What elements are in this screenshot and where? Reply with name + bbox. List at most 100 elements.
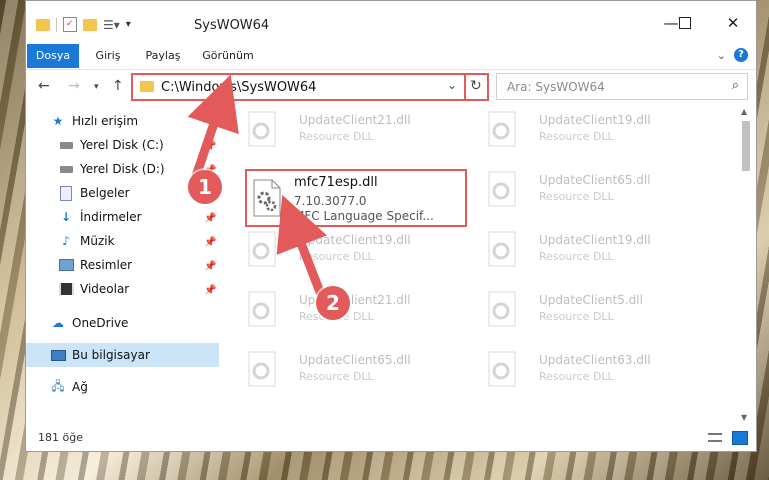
file-description: Resource DLL xyxy=(299,130,374,143)
large-icons-view-icon[interactable] xyxy=(732,431,748,445)
callout-badge-1: 1 xyxy=(188,170,222,204)
view-menu-icon[interactable]: ☰▾ xyxy=(103,18,120,32)
up-button[interactable]: ↑ xyxy=(112,78,124,94)
list-item[interactable]: UpdateClient63.dll Resource DLL xyxy=(487,349,717,393)
file-version: 7.10.3077.0 xyxy=(294,194,367,208)
status-bar: 181 öğe xyxy=(26,425,756,451)
file-description: Resource DLL xyxy=(299,370,374,383)
list-item[interactable]: UpdateClient19.dll Resource DLL xyxy=(247,229,477,273)
pictures-icon xyxy=(58,258,74,272)
sidebar-item-this-pc[interactable]: Bu bilgisayar xyxy=(50,345,150,365)
sidebar-item-music[interactable]: ♪ Müzik xyxy=(58,231,114,251)
folder-icon xyxy=(140,81,154,92)
details-view-icon[interactable] xyxy=(708,433,722,442)
file-description: Resource DLL xyxy=(539,310,614,323)
callout-badge-2: 2 xyxy=(316,286,350,320)
customize-toolbar-icon[interactable]: ▾ xyxy=(126,19,131,30)
file-name: UpdateClient21.dll xyxy=(299,113,411,127)
sidebar-item-local-disk-d[interactable]: Yerel Disk (D:) xyxy=(58,159,165,179)
scrollbar-thumb[interactable] xyxy=(742,121,750,171)
star-icon: ★ xyxy=(52,114,64,128)
list-item[interactable]: UpdateClient19.dll Resource DLL xyxy=(487,109,717,153)
download-icon: ↓ xyxy=(60,210,72,224)
pin-icon[interactable]: 📌 xyxy=(204,261,216,272)
folder-icon[interactable] xyxy=(36,18,50,31)
file-name: mfc71esp.dll xyxy=(294,175,378,190)
list-item[interactable]: UpdateClient65.dll Resource DLL xyxy=(487,169,717,213)
pin-icon[interactable]: 📌 xyxy=(204,213,216,224)
search-box[interactable]: Ara: SysWOW64 ⌕ xyxy=(496,73,748,100)
computer-icon xyxy=(50,348,66,362)
maximize-button[interactable] xyxy=(670,11,700,35)
dll-file-icon xyxy=(247,231,279,269)
vertical-scrollbar[interactable]: ▲ ▼ xyxy=(740,105,752,425)
toolbar-separator xyxy=(56,17,57,32)
quick-access-toolbar: ✓ ☰▾ ▾ xyxy=(36,17,131,32)
sidebar-item-downloads[interactable]: ↓ İndirmeler xyxy=(58,207,142,227)
sidebar-item-network[interactable]: 🖧 Ağ xyxy=(50,377,88,397)
help-icon[interactable]: ? xyxy=(734,48,748,62)
file-name: UpdateClient5.dll xyxy=(539,293,643,307)
explorer-window: ✓ ☰▾ ▾ SysWOW64 — ✕ Dosya Giriş Paylaş G… xyxy=(25,0,757,452)
videos-icon xyxy=(58,282,74,296)
sidebar-item-pictures[interactable]: Resimler xyxy=(58,255,132,275)
file-name: UpdateClient63.dll xyxy=(539,353,651,367)
tab-file[interactable]: Dosya xyxy=(27,44,79,68)
ribbon-tabs: Dosya Giriş Paylaş Görünüm ⌄ ? xyxy=(26,44,756,68)
file-description: Resource DLL xyxy=(539,250,614,263)
dll-file-icon xyxy=(247,351,279,389)
pin-icon[interactable]: 📌 xyxy=(204,237,216,248)
search-icon: ⌕ xyxy=(731,78,739,93)
cloud-icon: ☁ xyxy=(52,316,64,330)
dll-file-icon xyxy=(487,231,519,269)
tab-home[interactable]: Giriş xyxy=(87,44,129,68)
sidebar-item-onedrive[interactable]: ☁ OneDrive xyxy=(50,313,128,333)
list-item[interactable]: UpdateClient21.dll Resource DLL xyxy=(247,289,477,333)
dll-file-icon xyxy=(487,171,519,209)
search-placeholder: Ara: SysWOW64 xyxy=(507,80,605,94)
list-item[interactable]: UpdateClient5.dll Resource DLL xyxy=(487,289,717,333)
forward-button[interactable]: → xyxy=(68,78,80,94)
refresh-button[interactable]: ↻ xyxy=(464,73,489,101)
file-description: MFC Language Specif... xyxy=(294,209,434,223)
sidebar-item-documents[interactable]: Belgeler xyxy=(58,183,130,203)
back-button[interactable]: ← xyxy=(38,78,50,94)
properties-icon[interactable]: ✓ xyxy=(63,17,77,32)
file-name: UpdateClient19.dll xyxy=(299,233,411,247)
new-folder-icon[interactable] xyxy=(83,18,97,31)
tab-view[interactable]: Görünüm xyxy=(198,44,258,68)
address-bar[interactable]: C:\Windows\SysWOW64 ⌄ xyxy=(131,73,489,101)
dll-file-icon xyxy=(247,291,279,329)
navigation-bar: ← → ▾ ↑ C:\Windows\SysWOW64 ⌄ ↻ Ara: Sys… xyxy=(26,69,756,104)
file-description: Resource DLL xyxy=(539,190,614,203)
pin-icon[interactable]: 📌 xyxy=(204,285,216,296)
expand-ribbon-icon[interactable]: ⌄ xyxy=(717,49,726,62)
file-name: UpdateClient19.dll xyxy=(539,113,651,127)
sidebar-item-quick-access[interactable]: ★ Hızlı erişim xyxy=(50,111,138,131)
list-item[interactable]: UpdateClient19.dll Resource DLL xyxy=(487,229,717,273)
tab-share[interactable]: Paylaş xyxy=(138,44,188,68)
dll-file-icon xyxy=(487,291,519,329)
dll-file-icon xyxy=(487,351,519,389)
sidebar-item-videos[interactable]: Videolar xyxy=(58,279,129,299)
title-bar: ✓ ☰▾ ▾ SysWOW64 — ✕ xyxy=(26,1,756,41)
list-item[interactable]: UpdateClient21.dll Resource DLL xyxy=(247,109,477,153)
file-description: Resource DLL xyxy=(539,130,614,143)
scroll-down-icon[interactable]: ▼ xyxy=(741,413,747,422)
file-description: Resource DLL xyxy=(539,370,614,383)
dll-gear-file-icon xyxy=(252,179,282,217)
navigation-pane: ★ Hızlı erişim Yerel Disk (C:) 📌 Yerel D… xyxy=(26,105,219,425)
scroll-up-icon[interactable]: ▲ xyxy=(741,107,747,116)
address-path: C:\Windows\SysWOW64 xyxy=(161,80,317,95)
close-button[interactable]: ✕ xyxy=(718,11,748,35)
dll-file-icon xyxy=(247,111,279,149)
drive-icon xyxy=(58,138,74,152)
chevron-down-icon[interactable]: ⌄ xyxy=(447,78,457,92)
pin-icon[interactable]: 📌 xyxy=(204,141,216,152)
item-count: 181 öğe xyxy=(38,431,83,444)
window-title: SysWOW64 xyxy=(194,18,270,33)
highlighted-file[interactable]: mfc71esp.dll 7.10.3077.0 MFC Language Sp… xyxy=(245,169,467,227)
list-item[interactable]: UpdateClient65.dll Resource DLL xyxy=(247,349,477,393)
sidebar-item-local-disk-c[interactable]: Yerel Disk (C:) xyxy=(58,135,164,155)
recent-locations-icon[interactable]: ▾ xyxy=(94,82,99,92)
